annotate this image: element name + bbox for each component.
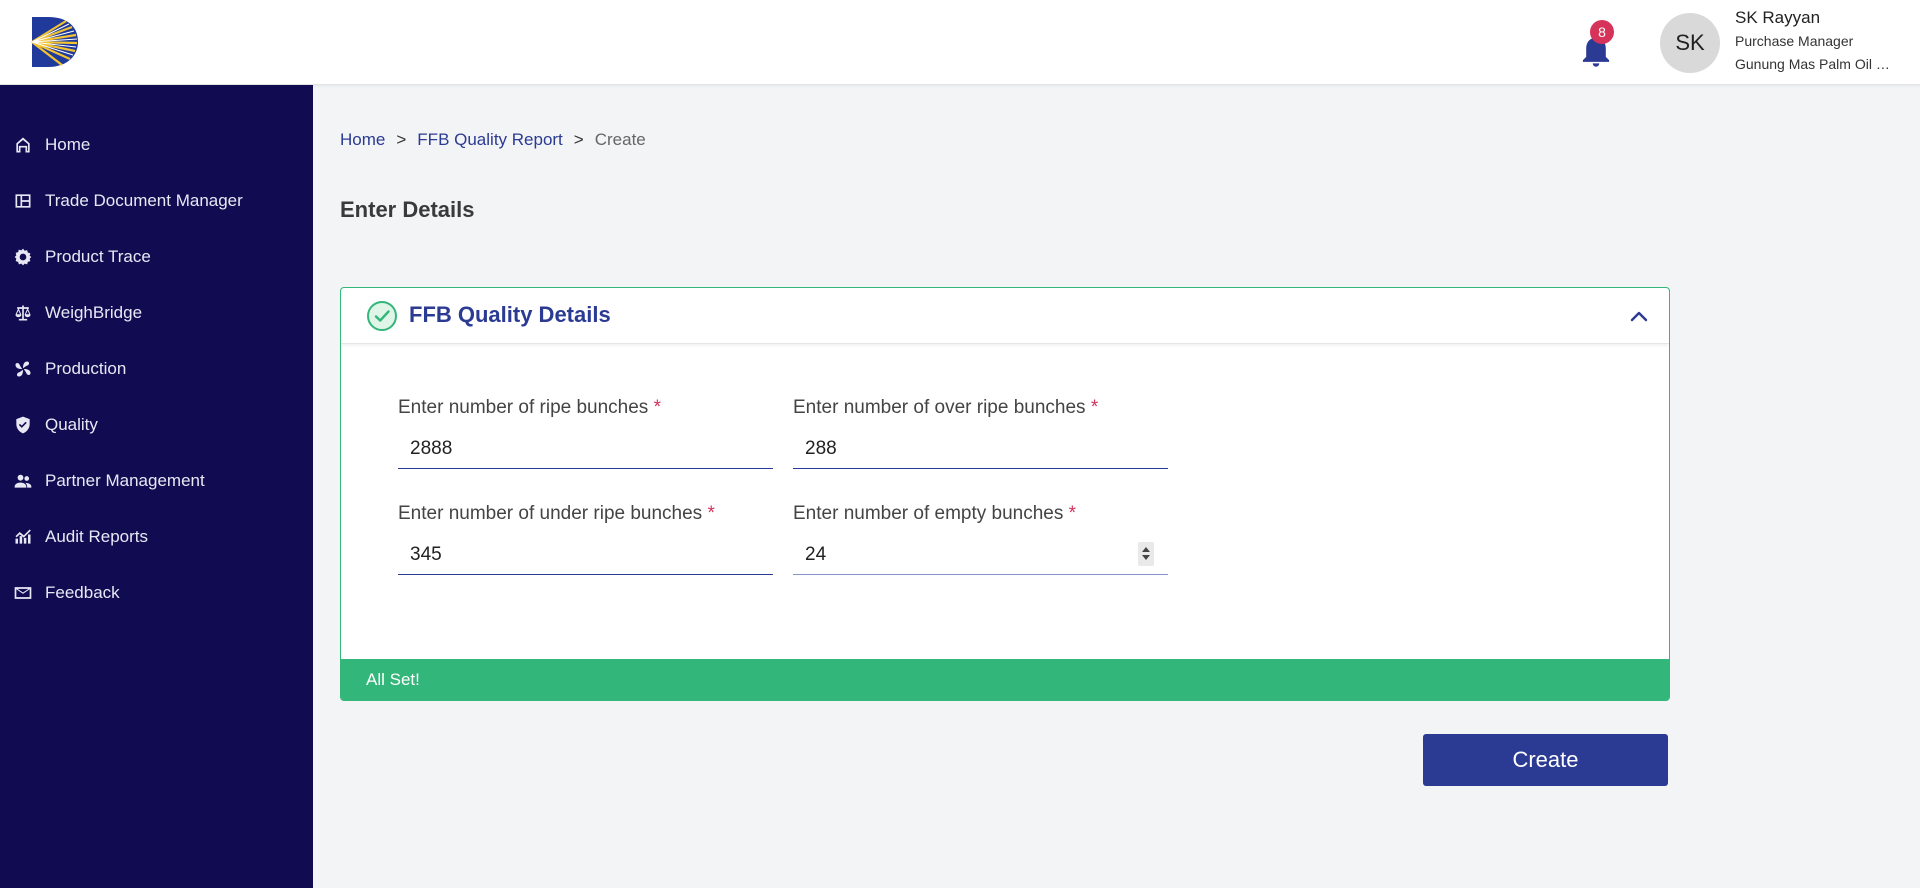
breadcrumb-report-link[interactable]: FFB Quality Report (417, 130, 563, 150)
sidebar-item-label: Trade Document Manager (45, 191, 243, 210)
under-ripe-bunches-label: Enter number of under ripe bunches * (398, 503, 715, 524)
ripe-bunches-input[interactable] (398, 429, 773, 469)
gear-icon (12, 246, 34, 268)
sidebar-item-trade-document-manager[interactable]: Trade Document Manager (0, 179, 313, 223)
sidebar-item-label: Audit Reports (45, 527, 148, 546)
sidebar: Home Trade Document Manager Product Trac… (0, 85, 313, 888)
user-name: SK Rayyan (1735, 8, 1821, 27)
number-stepper-icon[interactable] (1138, 542, 1154, 566)
sidebar-item-label: Partner Management (45, 471, 205, 490)
sidebar-item-home[interactable]: Home (0, 123, 313, 167)
sidebar-item-label: Product Trace (45, 247, 151, 266)
sidebar-item-label: WeighBridge (45, 303, 143, 322)
mail-icon (12, 582, 34, 604)
required-asterisk: * (1068, 503, 1077, 524)
sidebar-item-label: Feedback (45, 583, 120, 602)
sidebar-item-audit-reports[interactable]: Audit Reports (0, 515, 313, 559)
top-header: 8 SK SK Rayyan Purchase Manager Gunung M… (0, 0, 1920, 85)
card-title: FFB Quality Details (409, 302, 611, 327)
sidebar-item-production[interactable]: Production (0, 347, 313, 391)
company-logo[interactable] (26, 13, 80, 71)
sidebar-item-label: Home (45, 135, 91, 154)
chart-icon (12, 526, 34, 548)
shield-check-icon (12, 414, 34, 436)
empty-bunches-input[interactable] (793, 535, 1168, 575)
ffb-quality-card: FFB Quality Details Enter number of ripe… (340, 287, 1670, 701)
over-ripe-bunches-field: Enter number of over ripe bunches * (793, 397, 1168, 469)
card-header[interactable]: FFB Quality Details (341, 288, 1669, 344)
breadcrumb-current: Create (594, 130, 646, 149)
scale-icon (12, 302, 34, 324)
over-ripe-bunches-input[interactable] (793, 429, 1168, 469)
document-grid-icon (12, 190, 34, 212)
sidebar-item-label: Production (45, 359, 127, 378)
people-icon (12, 470, 34, 492)
sidebar-item-weighbridge[interactable]: WeighBridge (0, 291, 313, 335)
empty-bunches-label: Enter number of empty bunches * (793, 503, 1077, 524)
required-asterisk: * (707, 503, 715, 524)
fan-icon (12, 358, 34, 380)
notification-count-badge: 8 (1590, 20, 1614, 44)
sidebar-item-partner-management[interactable]: Partner Management (0, 459, 313, 503)
breadcrumb-separator: > (396, 130, 407, 149)
ripe-bunches-field: Enter number of ripe bunches * (398, 397, 773, 469)
empty-bunches-field: Enter number of empty bunches * (793, 503, 1168, 575)
sidebar-item-label: Quality (45, 415, 98, 434)
check-circle-icon (367, 301, 397, 331)
user-organization: Gunung Mas Palm Oil Mills (1735, 56, 1895, 72)
breadcrumb: Home > FFB Quality Report > Create (340, 130, 646, 150)
user-role: Purchase Manager (1735, 33, 1854, 49)
sidebar-item-feedback[interactable]: Feedback (0, 571, 313, 615)
page-title: Enter Details (340, 197, 475, 222)
required-asterisk: * (1090, 397, 1099, 418)
breadcrumb-home-link[interactable]: Home (340, 130, 385, 150)
sidebar-item-quality[interactable]: Quality (0, 403, 313, 447)
sidebar-item-product-trace[interactable]: Product Trace (0, 235, 313, 279)
status-bar: All Set! (341, 659, 1669, 700)
under-ripe-bunches-input[interactable] (398, 535, 773, 575)
ripe-bunches-label: Enter number of ripe bunches * (398, 397, 661, 418)
chevron-up-icon[interactable] (1627, 304, 1651, 328)
breadcrumb-separator: > (573, 130, 584, 149)
under-ripe-bunches-field: Enter number of under ripe bunches * (398, 503, 773, 575)
user-avatar[interactable]: SK (1660, 13, 1720, 73)
required-asterisk: * (653, 397, 661, 418)
home-icon (12, 134, 34, 156)
create-button[interactable]: Create (1423, 734, 1668, 786)
over-ripe-bunches-label: Enter number of over ripe bunches * (793, 397, 1099, 418)
